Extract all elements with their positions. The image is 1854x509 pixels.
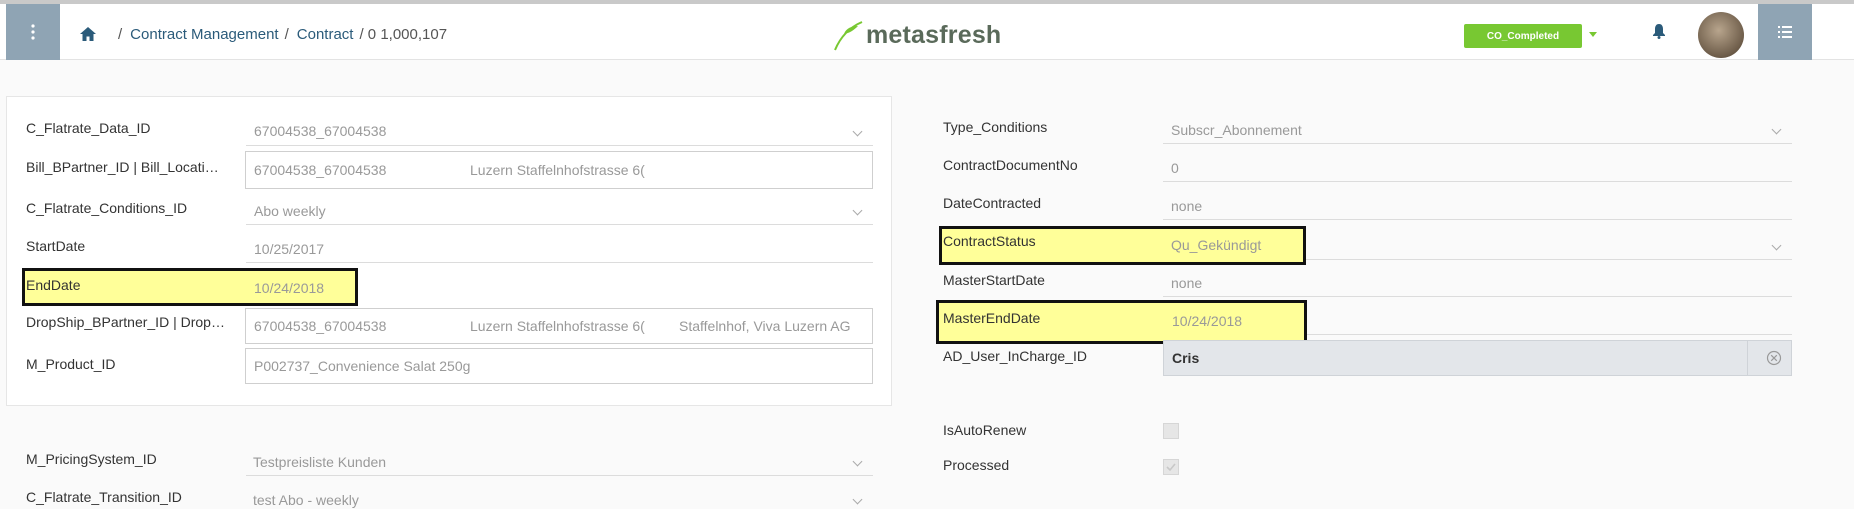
master-start-value[interactable]: none <box>1171 275 1202 291</box>
field-underline <box>246 475 873 476</box>
transition-label: C_Flatrate_Transition_ID <box>26 489 182 505</box>
end-date-value[interactable]: 10/24/2018 <box>254 280 324 296</box>
breadcrumb: / Contract Management / Contract / 0 1,0… <box>118 26 453 43</box>
breadcrumb-item-contract[interactable]: Contract <box>297 26 354 43</box>
type-conditions-value[interactable]: Subscr_Abonnement <box>1171 122 1302 138</box>
menu-button[interactable] <box>6 4 60 60</box>
logo-text: metasfresh <box>866 20 1002 49</box>
chevron-down-icon[interactable] <box>852 456 863 467</box>
field-underline <box>1306 259 1792 260</box>
side-list-button[interactable] <box>1758 4 1812 60</box>
field-underline <box>1163 219 1792 220</box>
processed-label: Processed <box>943 457 1010 473</box>
conditions-value[interactable]: Abo weekly <box>254 203 326 219</box>
master-end-value[interactable]: 10/24/2018 <box>1172 313 1242 329</box>
contract-doc-no-label: ContractDocumentNo <box>943 157 1078 173</box>
flatrate-data-label: C_Flatrate_Data_ID <box>26 120 151 136</box>
conditions-label: C_Flatrate_Conditions_ID <box>26 200 188 216</box>
bill-location-value[interactable]: Luzern Staffelnhofstrasse 6( <box>470 162 645 178</box>
master-start-label: MasterStartDate <box>943 272 1045 288</box>
contract-doc-no-value[interactable]: 0 <box>1171 160 1179 176</box>
clear-icon[interactable] <box>1766 350 1782 366</box>
pricing-system-label: M_PricingSystem_ID <box>26 451 157 467</box>
end-date-label: EndDate <box>26 277 81 293</box>
dropship-location-value[interactable]: Luzern Staffelnhofstrasse 6( <box>470 318 645 334</box>
field-underline <box>1163 181 1792 182</box>
dropship-label: DropShip_BPartner_ID | Drop… <box>26 314 225 330</box>
field-underline <box>246 145 873 146</box>
logo: metasfresh <box>832 18 1001 52</box>
breadcrumb-item-contract-management[interactable]: Contract Management <box>130 26 278 43</box>
start-date-label: StartDate <box>26 238 86 254</box>
breadcrumb-separator: / <box>118 26 123 43</box>
breadcrumb-current: / 0 1,000,107 <box>359 26 448 43</box>
master-end-label: MasterEndDate <box>943 310 1041 326</box>
dropship-bpartner-value[interactable]: 67004538_67004538 <box>254 318 386 334</box>
processed-checkbox[interactable] <box>1163 459 1179 475</box>
date-contracted-label: DateContracted <box>943 195 1042 211</box>
leaf-logo-icon <box>834 21 863 51</box>
breadcrumb-separator: / <box>284 26 289 43</box>
user-in-charge-label: AD_User_InCharge_ID <box>943 348 1087 364</box>
field-underline <box>1307 334 1792 335</box>
bill-bpartner-value[interactable]: 67004538_67004538 <box>254 162 386 178</box>
caret-down-icon[interactable] <box>1589 32 1597 37</box>
user-in-charge-value[interactable]: Cris <box>1172 350 1199 366</box>
is-auto-renew-checkbox[interactable] <box>1163 423 1179 439</box>
contract-status-label: ContractStatus <box>943 233 1036 249</box>
field-underline <box>1163 143 1792 144</box>
checkmark-icon <box>1166 463 1176 472</box>
home-icon[interactable] <box>78 26 98 42</box>
top-bar: / Contract Management / Contract / 0 1,0… <box>0 0 1854 60</box>
product-value[interactable]: P002737_Convenience Salat 250g <box>254 358 470 374</box>
bill-bpartner-label: Bill_BPartner_ID | Bill_Locati… <box>26 159 219 175</box>
more-vert-icon <box>31 24 35 40</box>
field-underline <box>1163 296 1792 297</box>
product-label: M_Product_ID <box>26 356 116 372</box>
bell-icon[interactable] <box>1652 23 1666 39</box>
list-icon <box>1778 26 1792 38</box>
dropship-user-value[interactable]: Staffelnhof, Viva Luzern AG <box>679 318 851 334</box>
doc-status-button[interactable]: CO_Completed <box>1464 24 1582 48</box>
pricing-system-value[interactable]: Testpreisliste Kunden <box>253 454 386 470</box>
contract-status-value[interactable]: Qu_Gekündigt <box>1171 237 1261 253</box>
avatar[interactable] <box>1698 12 1744 58</box>
chevron-down-icon[interactable] <box>1771 124 1782 135</box>
date-contracted-value[interactable]: none <box>1171 198 1202 214</box>
chevron-down-icon[interactable] <box>1771 240 1782 251</box>
field-divider <box>1747 341 1748 375</box>
flatrate-data-value[interactable]: 67004538_67004538 <box>254 123 386 139</box>
is-auto-renew-label: IsAutoRenew <box>943 422 1027 438</box>
chevron-down-icon[interactable] <box>852 494 863 505</box>
type-conditions-label: Type_Conditions <box>943 119 1048 135</box>
user-in-charge-field[interactable] <box>1163 340 1792 376</box>
transition-value[interactable]: test Abo - weekly <box>253 492 359 508</box>
start-date-value[interactable]: 10/25/2017 <box>254 241 324 257</box>
field-underline <box>246 262 873 263</box>
field-underline <box>246 224 873 225</box>
